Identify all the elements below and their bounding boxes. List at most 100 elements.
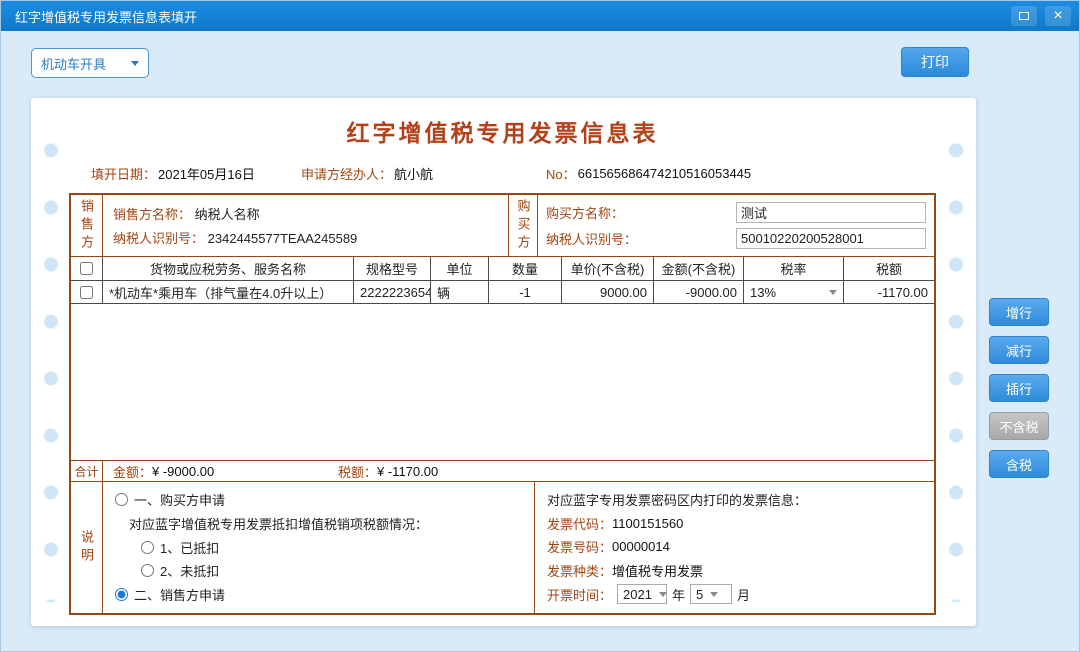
radio-deducted-input[interactable] [141, 541, 154, 554]
invoice-kind-value: 增值税专用发票 [612, 561, 703, 580]
notes-section: 说明 一、购买方申请 对应蓝字增值税专用发票抵扣增值税销项税额情况： 1、已抵扣 [71, 482, 934, 613]
invoice-table: 销售方 销售方名称： 纳税人名称 纳税人识别号： 2342445577TEAA2… [69, 193, 936, 615]
incl-tax-button[interactable]: 含税 [989, 450, 1049, 478]
col-header-tax: 税额 [844, 257, 934, 280]
row-checkbox-cell [71, 281, 103, 303]
radio-seller-apply[interactable]: 二、销售方申请 [115, 585, 534, 604]
col-header-price: 单价(不含税) [562, 257, 654, 280]
invoice-number-label: 发票号码： [547, 537, 612, 556]
buyer-side-cell: 购买方 [508, 195, 538, 256]
excl-tax-button[interactable]: 不含税 [989, 412, 1049, 440]
col-header-unit: 单位 [431, 257, 489, 280]
fill-date-group: 填开日期： 2021年05月16日 [91, 164, 301, 183]
issue-time-label: 开票时间： [547, 585, 612, 604]
titlebar[interactable]: 红字增值税专用发票信息表填开 × [1, 1, 1079, 31]
buyer-taxid-line: 纳税人识别号： [546, 228, 926, 249]
buyer-side-label: 购买方 [514, 199, 533, 253]
restore-icon [1019, 12, 1029, 20]
invoice-type-value: 机动车开具 [41, 54, 106, 73]
invoice-card: 红字增值税专用发票信息表 填开日期： 2021年05月16日 申请方经办人： 航… [31, 98, 976, 626]
issue-time-line: 开票时间： 2021 年 5 月 [547, 584, 934, 604]
item-tax[interactable]: -1170.00 [844, 281, 934, 303]
invoice-no-group: No： 661565686474210516053445 [546, 164, 751, 183]
item-spec[interactable]: 2222223654 [354, 281, 431, 303]
radio-not-deducted[interactable]: 2、未抵扣 [141, 561, 534, 580]
radio-deducted[interactable]: 1、已抵扣 [141, 538, 534, 557]
buyer-taxid-input[interactable] [736, 228, 926, 249]
tax-rate-value: 13% [750, 285, 776, 300]
total-amount-label: 金额： [113, 462, 152, 481]
total-label: 合计 [71, 461, 103, 481]
col-header-qty: 数量 [489, 257, 562, 280]
radio-deducted-label: 1、已抵扣 [160, 538, 219, 557]
insert-row-button[interactable]: 插行 [989, 374, 1049, 402]
print-button[interactable]: 打印 [901, 47, 969, 77]
invoice-no-value: 661565686474210516053445 [578, 166, 752, 181]
decor-dots-left [43, 122, 59, 602]
close-button[interactable]: × [1045, 6, 1071, 26]
month-select[interactable]: 5 [690, 584, 732, 604]
invoice-code-label: 发票代码： [547, 514, 612, 533]
month-value: 5 [696, 587, 703, 602]
chevron-down-icon [829, 290, 837, 295]
year-unit: 年 [672, 585, 685, 604]
invoice-kind-line: 发票种类： 增值税专用发票 [547, 561, 934, 580]
fill-date-label: 填开日期： [91, 164, 156, 183]
applicant-group: 申请方经办人： 航小航 [301, 164, 546, 183]
seller-name-line: 销售方名称： 纳税人名称 [113, 204, 498, 223]
restore-button[interactable] [1011, 6, 1037, 26]
applicant-label: 申请方经办人： [301, 164, 392, 183]
seller-taxid-line: 纳税人识别号： 2342445577TEAA245589 [113, 228, 498, 247]
buyer-name-input[interactable] [736, 202, 926, 223]
radio-buyer-apply-label: 一、购买方申请 [134, 490, 225, 509]
seller-taxid-value: 2342445577TEAA245589 [208, 231, 358, 246]
fill-date-value: 2021年05月16日 [158, 164, 255, 183]
remove-row-button[interactable]: 减行 [989, 336, 1049, 364]
seller-info: 销售方名称： 纳税人名称 纳税人识别号： 2342445577TEAA24558… [103, 195, 508, 256]
invoice-type-select[interactable]: 机动车开具 [31, 48, 149, 78]
buyer-taxid-label: 纳税人识别号： [546, 229, 637, 248]
item-row: *机动车*乘用车（排气量在4.0升以上） 2222223654 辆 -1 900… [71, 281, 934, 304]
chevron-down-icon [131, 61, 139, 66]
app-window: 红字增值税专用发票信息表填开 × 机动车开具 打印 红字增值税专用发票信息表 填… [0, 0, 1080, 652]
blue-invoice-info-title: 对应蓝字专用发票密码区内打印的发票信息： [547, 490, 934, 509]
radio-buyer-apply[interactable]: 一、购买方申请 [115, 490, 534, 509]
invoice-no-label: No： [546, 164, 576, 183]
invoice-number-value: 00000014 [612, 539, 670, 554]
select-all-checkbox[interactable] [80, 262, 93, 275]
parties-section: 销售方 销售方名称： 纳税人名称 纳税人识别号： 2342445577TEAA2… [71, 195, 934, 257]
seller-name-value: 纳税人名称 [195, 207, 260, 222]
deduct-situation-text: 对应蓝字增值税专用发票抵扣增值税销项税额情况： [129, 514, 534, 533]
col-header-name: 货物或应税劳务、服务名称 [103, 257, 354, 280]
year-select[interactable]: 2021 [617, 584, 667, 604]
item-amount[interactable]: -9000.00 [654, 281, 744, 303]
chevron-down-icon [659, 592, 667, 597]
item-name[interactable]: *机动车*乘用车（排气量在4.0升以上） [103, 281, 354, 303]
row-checkbox[interactable] [80, 286, 93, 299]
item-price[interactable]: 9000.00 [562, 281, 654, 303]
window-title: 红字增值税专用发票信息表填开 [15, 7, 1011, 26]
radio-buyer-apply-input[interactable] [115, 493, 128, 506]
radio-seller-apply-input[interactable] [115, 588, 128, 601]
total-row: 合计 金额： ¥ -9000.00 税额： ¥ -1170.00 [71, 460, 934, 482]
invoice-kind-label: 发票种类： [547, 561, 612, 580]
items-header: 货物或应税劳务、服务名称 规格型号 单位 数量 单价(不含税) 金额(不含税) … [71, 257, 934, 281]
invoice-number-line: 发票号码： 00000014 [547, 537, 934, 556]
content-area: 机动车开具 打印 红字增值税专用发票信息表 填开日期： 2021年05月16日 … [1, 31, 1079, 651]
invoice-code-line: 发票代码： 1100151560 [547, 514, 934, 533]
col-header-rate: 税率 [744, 257, 844, 280]
total-tax-label: 税额： [338, 462, 377, 481]
add-row-button[interactable]: 增行 [989, 298, 1049, 326]
buyer-name-line: 购买方名称： [546, 202, 926, 223]
total-tax-value: ¥ -1170.00 [377, 464, 438, 479]
radio-not-deducted-input[interactable] [141, 564, 154, 577]
chevron-down-icon [710, 592, 718, 597]
total-amount-value: ¥ -9000.00 [152, 464, 214, 479]
item-qty[interactable]: -1 [489, 281, 562, 303]
tax-rate-select[interactable]: 13% [744, 281, 844, 303]
year-value: 2021 [623, 587, 652, 602]
decor-dots-right [948, 122, 964, 602]
buyer-name-label: 购买方名称： [546, 203, 624, 222]
item-unit[interactable]: 辆 [431, 281, 489, 303]
close-icon: × [1053, 8, 1062, 24]
